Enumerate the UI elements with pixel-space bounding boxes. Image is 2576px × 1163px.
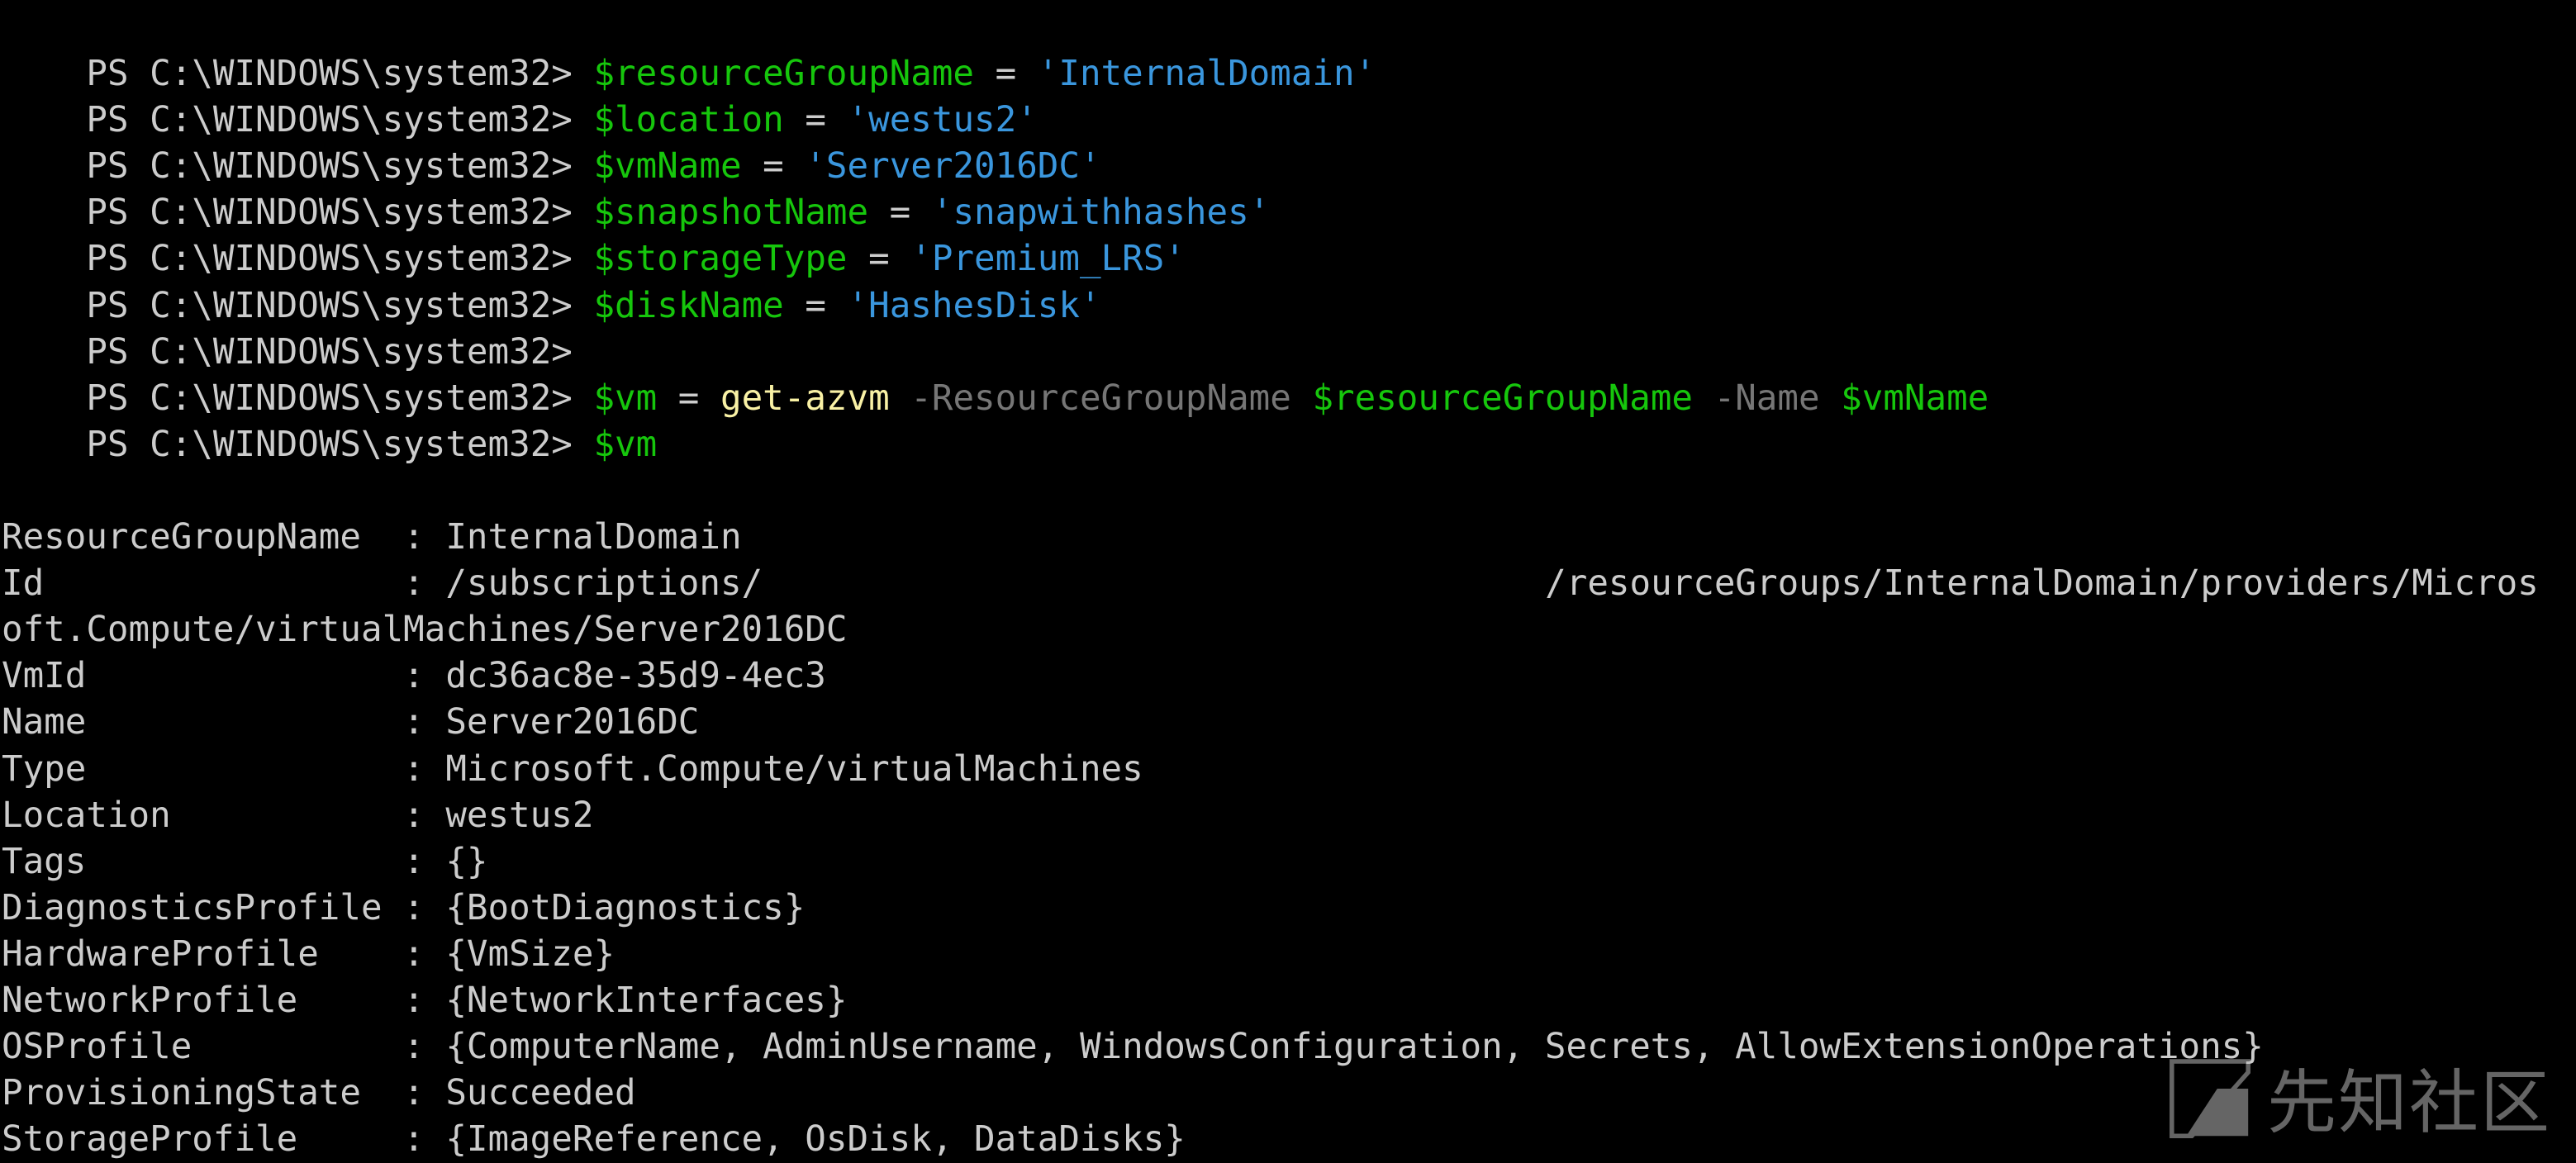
operator: =: [868, 192, 932, 234]
output-location: Location : westus2: [2, 795, 594, 836]
output-id: Id : /subscriptions/ /resourceGroups/Inte…: [2, 561, 2576, 607]
prompt: PS C:\WINDOWS\system32>: [86, 331, 594, 373]
prompt: PS C:\WINDOWS\system32>: [86, 146, 594, 188]
string-value: 'westus2': [847, 100, 1038, 141]
variable: $vm: [593, 377, 658, 419]
variable: $snapshotName: [593, 192, 869, 234]
operator: =: [741, 146, 806, 188]
string-value: 'HashesDisk': [847, 285, 1101, 326]
operator: =: [974, 54, 1038, 95]
variable: $vmName: [593, 146, 742, 188]
prompt: PS C:\WINDOWS\system32>: [86, 192, 594, 234]
string-value: 'Server2016DC': [805, 146, 1101, 188]
prompt: PS C:\WINDOWS\system32>: [86, 100, 594, 141]
output-id-wrap: oft.Compute/virtualMachines/Server2016DC: [2, 610, 848, 651]
prompt: PS C:\WINDOWS\system32>: [86, 285, 594, 326]
xianzhi-logo-icon: [2170, 1058, 2250, 1138]
variable: $diskName: [593, 285, 784, 326]
output-id-suffix: /resourceGroups/InternalDomain/providers…: [1545, 563, 2539, 605]
output-diagnostics-profile: DiagnosticsProfile : {BootDiagnostics}: [2, 887, 806, 928]
variable: $location: [593, 100, 784, 141]
variable: $storageType: [593, 239, 848, 280]
cmdlet: get-azvm: [720, 377, 890, 419]
command-line: PS C:\WINDOWS\system32> $resourceGroupNa…: [2, 5, 2576, 94]
output-resource-group-name: ResourceGroupName : InternalDomain: [2, 517, 742, 558]
output-type: Type : Microsoft.Compute/virtualMachines: [2, 748, 1143, 790]
operator: =: [847, 239, 911, 280]
output-network-profile: NetworkProfile : {NetworkInterfaces}: [2, 980, 848, 1021]
output-tags: Tags : {}: [2, 841, 488, 882]
output-id-prefix: Id : /subscriptions/: [2, 563, 763, 605]
prompt: PS C:\WINDOWS\system32>: [86, 377, 594, 419]
variable: $vm: [593, 424, 658, 465]
operator: =: [783, 285, 848, 326]
parameter: -ResourceGroupName: [889, 377, 1313, 419]
string-value: 'snapwithhashes': [931, 192, 1271, 234]
output-vmid: VmId : dc36ac8e-35d9-4ec3: [2, 656, 826, 697]
watermark-text: 先知社区: [2266, 1062, 2551, 1143]
output-hardware-profile: HardwareProfile : {VmSize}: [2, 933, 615, 975]
prompt: PS C:\WINDOWS\system32>: [86, 424, 594, 465]
output-name: Name : Server2016DC: [2, 702, 700, 743]
argument-variable: $resourceGroupName: [1312, 377, 1694, 419]
operator: =: [657, 377, 720, 419]
variable: $resourceGroupName: [593, 54, 975, 95]
watermark: 先知社区: [2165, 1047, 2551, 1147]
parameter: -Name: [1693, 377, 1842, 419]
string-value: 'InternalDomain': [1037, 54, 1376, 95]
operator: =: [783, 100, 848, 141]
argument-variable: $vmName: [1841, 377, 1989, 419]
prompt: PS C:\WINDOWS\system32>: [86, 239, 594, 280]
string-value: 'Premium_LRS': [910, 239, 1186, 280]
powershell-terminal[interactable]: PS C:\WINDOWS\system32> $resourceGroupNa…: [2, 5, 2576, 1160]
prompt: PS C:\WINDOWS\system32>: [86, 54, 594, 95]
